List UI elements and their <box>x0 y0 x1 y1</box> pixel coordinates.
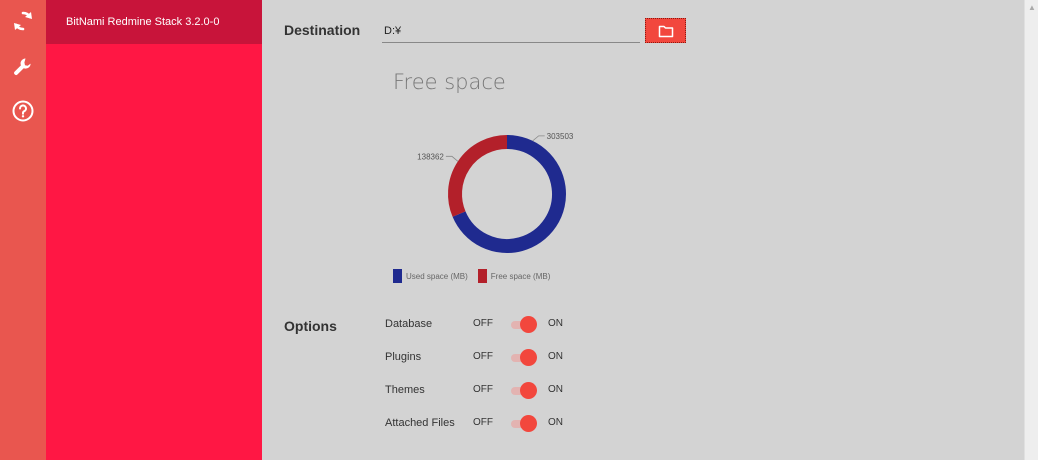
browse-folder-button[interactable] <box>645 18 686 43</box>
wrench-icon <box>14 58 31 75</box>
destination-input[interactable] <box>382 19 640 43</box>
option-row-plugins: Plugins OFF ON <box>385 348 585 368</box>
on-label: ON <box>548 318 563 329</box>
free-space-donut-chart: 303503 138362 <box>417 132 574 253</box>
toggle-knob <box>520 316 537 333</box>
off-label: OFF <box>473 417 493 428</box>
option-label: Plugins <box>385 351 422 363</box>
on-label: ON <box>548 351 563 362</box>
help-icon <box>12 100 34 122</box>
data-label-free: 138362 <box>417 152 444 161</box>
refresh-button[interactable] <box>8 6 38 36</box>
toggle-knob <box>520 349 537 366</box>
chart-legend: Used space (MB) Free space (MB) <box>393 269 560 283</box>
off-label: OFF <box>473 384 493 395</box>
on-label: ON <box>548 384 563 395</box>
settings-button[interactable] <box>8 52 38 82</box>
database-toggle[interactable] <box>509 316 537 333</box>
legend-swatch-used <box>393 269 402 283</box>
data-label-leader <box>532 135 545 142</box>
option-label: Themes <box>385 384 425 396</box>
toggle-knob <box>520 382 537 399</box>
legend-item-free: Free space (MB) <box>477 269 551 283</box>
legend-item-used: Used space (MB) <box>393 269 468 283</box>
scroll-up-arrow-icon[interactable]: ▲ <box>1027 2 1037 12</box>
option-label: Attached Files <box>385 417 455 429</box>
sidebar: BitNami Redmine Stack 3.2.0-0 <box>46 0 262 460</box>
toggle-knob <box>520 415 537 432</box>
sidebar-item-label: BitNami Redmine Stack 3.2.0-0 <box>66 16 220 28</box>
legend-label-used: Used space (MB) <box>406 271 468 281</box>
data-label-leader <box>445 155 459 162</box>
data-label-used: 303503 <box>547 132 574 141</box>
off-label: OFF <box>473 318 493 329</box>
option-row-attached-files: Attached Files OFF ON <box>385 414 585 434</box>
plugins-toggle[interactable] <box>509 349 537 366</box>
vertical-scrollbar[interactable]: ▲ <box>1024 0 1038 460</box>
themes-toggle[interactable] <box>509 382 537 399</box>
option-row-database: Database OFF ON <box>385 315 585 335</box>
off-label: OFF <box>473 351 493 362</box>
on-label: ON <box>548 417 563 428</box>
icon-rail <box>0 0 46 460</box>
donut-slice-free <box>448 135 508 217</box>
legend-label-free: Free space (MB) <box>490 271 551 281</box>
destination-label: Destination <box>284 22 361 38</box>
chart-title: Free space <box>393 70 506 94</box>
options-label: Options <box>284 318 337 334</box>
help-button[interactable] <box>8 96 38 126</box>
option-label: Database <box>385 318 433 330</box>
refresh-icon <box>14 11 32 31</box>
main-panel: Destination Free space 303503 138362 Used… <box>262 0 1024 460</box>
option-row-themes: Themes OFF ON <box>385 381 585 401</box>
folder-icon <box>658 25 673 37</box>
attached-files-toggle[interactable] <box>509 415 537 432</box>
sidebar-item-redmine-stack[interactable]: BitNami Redmine Stack 3.2.0-0 <box>46 0 262 44</box>
legend-swatch-free <box>477 269 487 283</box>
